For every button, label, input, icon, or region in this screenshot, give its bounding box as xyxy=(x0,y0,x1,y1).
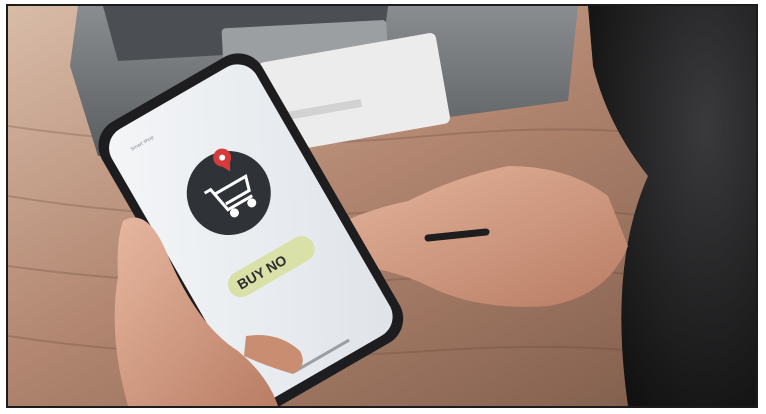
photo-scene: Smart shop BUY NO xyxy=(8,6,756,406)
photo-frame: Smart shop BUY NO xyxy=(6,4,758,408)
